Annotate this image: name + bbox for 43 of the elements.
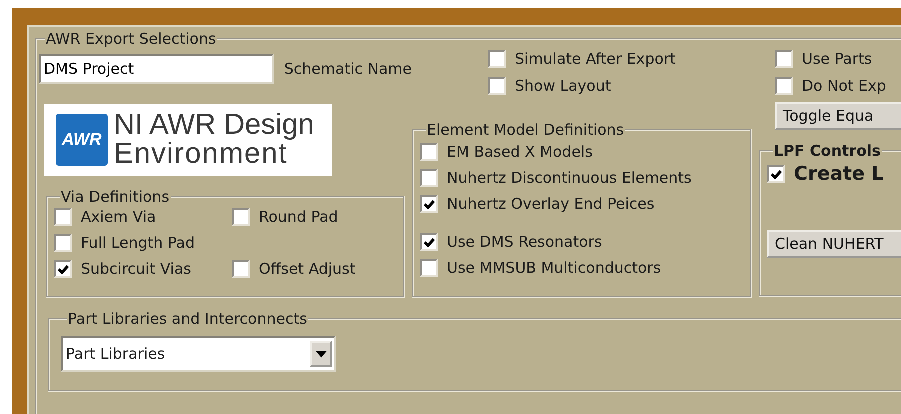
checkbox-label: Use Parts <box>802 50 872 68</box>
group-title: LPF Controls <box>773 142 882 160</box>
checkbox[interactable] <box>54 260 72 278</box>
checkbox[interactable] <box>420 195 438 213</box>
checkbox-label: Full Length Pad <box>81 234 196 252</box>
logo-badge: AWR <box>56 114 108 166</box>
clean-button[interactable]: Clean NUHERT <box>767 230 901 258</box>
checkbox[interactable] <box>775 77 793 95</box>
checkbox[interactable] <box>54 234 72 252</box>
logo-text: Environment <box>114 140 288 169</box>
group-title: Element Model Definitions <box>426 121 626 139</box>
checkbox[interactable] <box>420 169 438 187</box>
checkbox-label: Round Pad <box>259 208 338 226</box>
group-title: AWR Export Selections <box>45 30 218 48</box>
group-title: Via Definitions <box>60 188 171 206</box>
checkbox-label: Simulate After Export <box>515 50 676 68</box>
checkbox[interactable] <box>775 50 793 68</box>
schematic-name-field[interactable]: DMS Project <box>39 54 274 84</box>
checkbox-label: Nuhertz Overlay End Peices <box>447 195 655 213</box>
toggle-button[interactable]: Toggle Equa <box>775 102 901 130</box>
checkbox[interactable] <box>420 143 438 161</box>
checkbox-label: Create L <box>794 163 884 185</box>
checkbox[interactable] <box>420 233 438 251</box>
checkbox-label: Nuhertz Discontinuous Elements <box>447 169 692 187</box>
field-label: Schematic Name <box>284 60 412 78</box>
checkbox-label: Use MMSUB Multiconductors <box>447 259 662 277</box>
checkbox-label: EM Based X Models <box>447 143 593 161</box>
checkbox-label: Axiem Via <box>81 208 156 226</box>
checkbox[interactable] <box>232 208 250 226</box>
checkbox-label: Do Not Exp <box>802 77 886 95</box>
checkbox-label: Use DMS Resonators <box>447 233 602 251</box>
dropdown[interactable]: Part Libraries <box>61 336 336 372</box>
checkbox-label: Show Layout <box>515 77 612 95</box>
checkbox[interactable] <box>488 77 506 95</box>
logo-text: NI AWR Design <box>114 111 314 140</box>
checkbox[interactable] <box>767 165 785 183</box>
checkbox-label: Offset Adjust <box>259 260 356 278</box>
checkbox[interactable] <box>54 208 72 226</box>
checkbox-label: Subcircuit Vias <box>81 260 192 278</box>
checkbox[interactable] <box>232 260 250 278</box>
checkbox[interactable] <box>420 259 438 277</box>
checkbox[interactable] <box>488 50 506 68</box>
group-title: Part Libraries and Interconnects <box>67 310 308 328</box>
